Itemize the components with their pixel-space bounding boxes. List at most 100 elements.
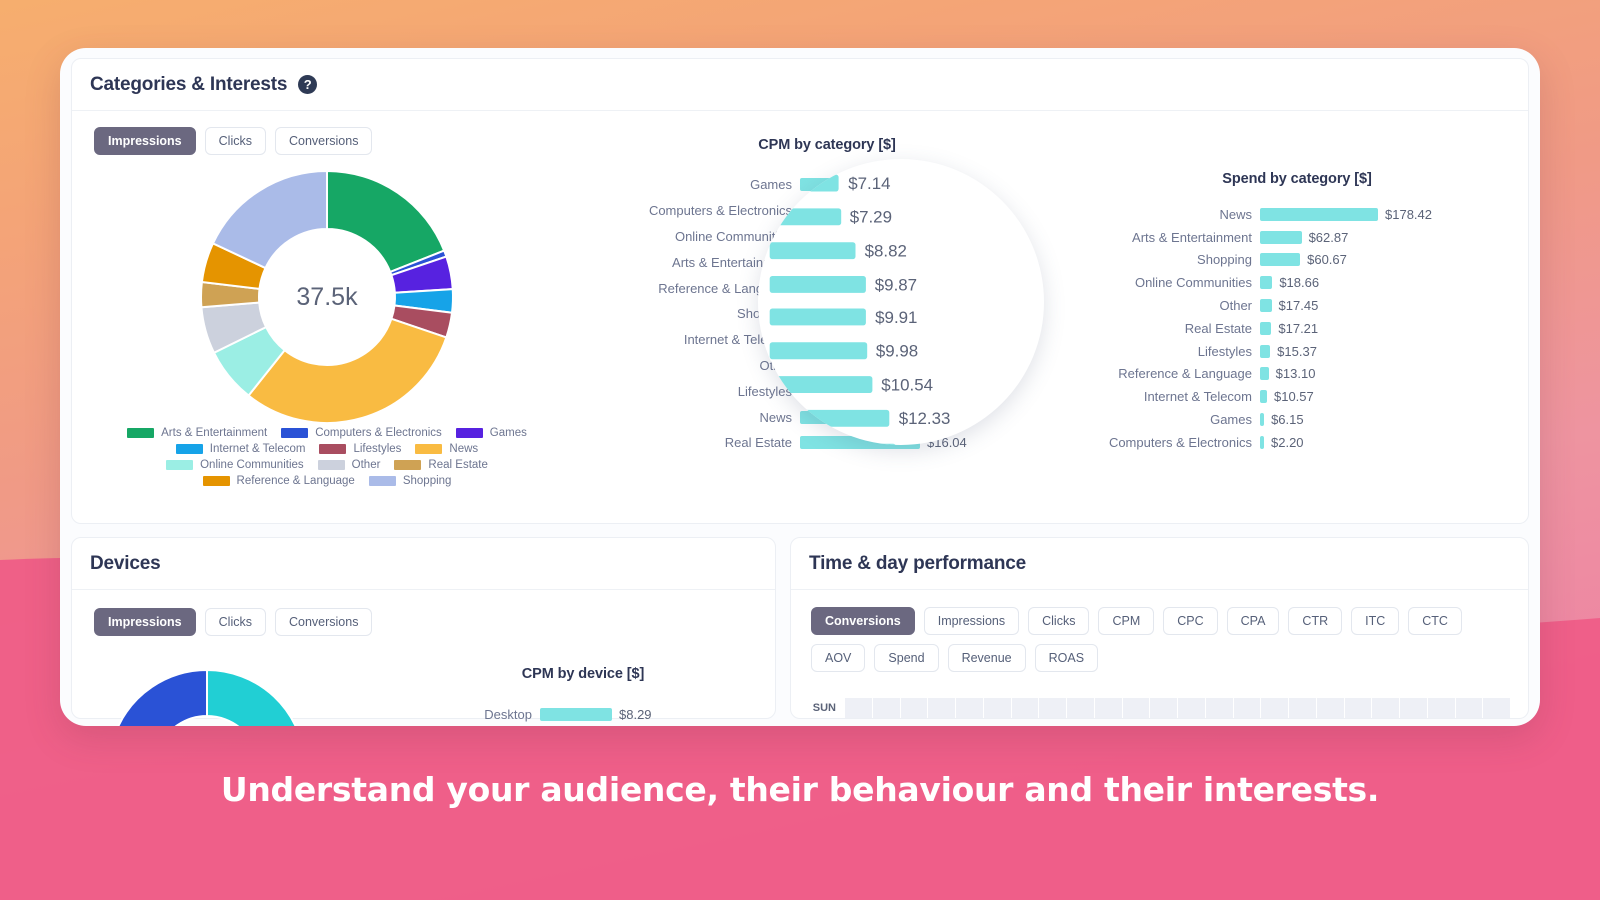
bar-row[interactable]: Lifestyles $12.33 bbox=[758, 401, 1044, 435]
legend-item-label: Games bbox=[489, 427, 527, 439]
bar-row[interactable]: Reference & Language $13.10 bbox=[1062, 363, 1512, 386]
cpm-by-category-chart-magnified: CPM by category [$]Games $5.04Computers … bbox=[758, 159, 1044, 445]
time-day-cell[interactable] bbox=[1233, 698, 1262, 718]
time-day-cell[interactable] bbox=[1039, 698, 1067, 718]
time-day-tab-ctc[interactable]: CTC bbox=[1408, 607, 1462, 635]
tab-clicks[interactable]: Clicks bbox=[204, 127, 266, 155]
bar-row[interactable]: Computers & Electronics $7.14 bbox=[758, 167, 1044, 201]
time-day-cell[interactable] bbox=[1205, 698, 1234, 718]
tab-impressions[interactable]: Impressions bbox=[94, 127, 196, 155]
bar-track bbox=[1260, 367, 1269, 381]
time-day-cell[interactable] bbox=[1372, 698, 1400, 718]
bar-row[interactable]: Online Communities $18.66 bbox=[1062, 271, 1512, 294]
dashboard-window: Categories & Interests ? Impressions Cli… bbox=[60, 48, 1540, 726]
time-day-cell[interactable] bbox=[1483, 698, 1511, 718]
time-day-cell[interactable] bbox=[1289, 698, 1317, 718]
bar-row[interactable]: Desktop $8.29 bbox=[412, 702, 742, 726]
bar-row[interactable]: Arts & Entertainment $62.87 bbox=[1062, 226, 1512, 249]
legend-item[interactable]: Shopping bbox=[368, 475, 451, 487]
time-day-cell[interactable] bbox=[1067, 698, 1095, 718]
bar-fill bbox=[769, 208, 841, 226]
bar-row[interactable]: Lifestyles $15.37 bbox=[1062, 340, 1512, 363]
devices-tab-clicks[interactable]: Clicks bbox=[204, 608, 266, 636]
devices-tab-conversions[interactable]: Conversions bbox=[274, 608, 373, 636]
legend-item[interactable]: Lifestyles bbox=[319, 443, 401, 455]
bar-row[interactable]: Real Estate $17.21 bbox=[1062, 317, 1512, 340]
bar-row[interactable]: Internet & Telecom $10.57 bbox=[1062, 385, 1512, 408]
time-day-panel: Time & day performance Conversions Impres… bbox=[790, 537, 1529, 719]
legend-item[interactable]: Games bbox=[455, 427, 527, 439]
bar-row[interactable]: Other $17.45 bbox=[1062, 294, 1512, 317]
bar-row[interactable]: Shopping $9.91 bbox=[758, 301, 1044, 335]
time-day-cell[interactable] bbox=[1122, 698, 1151, 718]
time-day-cell[interactable] bbox=[1455, 698, 1484, 718]
legend-item[interactable]: Arts & Entertainment bbox=[127, 427, 267, 439]
devices-panel: Devices Impressions Clicks Conversions C… bbox=[71, 537, 776, 726]
time-day-cell[interactable] bbox=[928, 698, 956, 718]
time-day-tab-spend[interactable]: Spend bbox=[874, 644, 939, 672]
legend-item[interactable]: Internet & Telecom bbox=[175, 443, 305, 455]
bar-row[interactable]: News $12.97 bbox=[758, 435, 1044, 445]
bar-track bbox=[769, 308, 867, 326]
legend-item[interactable]: Other bbox=[317, 459, 380, 471]
time-day-tab-conversions[interactable]: Conversions bbox=[811, 607, 915, 635]
legend-item[interactable]: Computers & Electronics bbox=[281, 427, 442, 439]
time-day-tab-ctr[interactable]: CTR bbox=[1288, 607, 1343, 635]
legend-item[interactable]: News bbox=[415, 443, 478, 455]
legend-item-label: Online Communities bbox=[200, 459, 304, 471]
time-day-cell[interactable] bbox=[900, 698, 929, 718]
time-day-tab-cpc[interactable]: CPC bbox=[1163, 607, 1218, 635]
time-day-cell[interactable] bbox=[872, 698, 901, 718]
bar-value: $10.57 bbox=[1273, 389, 1314, 405]
bar-track bbox=[769, 241, 856, 259]
time-day-cell[interactable] bbox=[1344, 698, 1373, 718]
bar-label: Computers & Electronics bbox=[758, 174, 759, 194]
bar-row[interactable]: Games $5.04 bbox=[758, 159, 1044, 167]
time-day-panel-header: Time & day performance bbox=[791, 538, 1528, 590]
bar-row[interactable]: Reference & Language $9.87 bbox=[758, 267, 1044, 301]
time-day-cell[interactable] bbox=[1400, 698, 1428, 718]
bar-value: $9.98 bbox=[875, 341, 919, 361]
bar-fill bbox=[1260, 299, 1272, 313]
time-day-tab-revenue[interactable]: Revenue bbox=[947, 644, 1026, 672]
time-day-tab-roas[interactable]: ROAS bbox=[1034, 644, 1099, 672]
bar-fill bbox=[1260, 413, 1265, 427]
devices-tab-impressions[interactable]: Impressions bbox=[94, 608, 196, 636]
time-day-tab-cpa[interactable]: CPA bbox=[1226, 607, 1280, 635]
donut-segment[interactable] bbox=[206, 668, 305, 726]
time-day-cell[interactable] bbox=[1316, 698, 1345, 718]
time-day-cell[interactable] bbox=[1011, 698, 1040, 718]
bar-row[interactable]: Internet & Telecom $9.98 bbox=[758, 334, 1044, 368]
time-day-cell[interactable] bbox=[1094, 698, 1123, 718]
time-day-cell[interactable] bbox=[1178, 698, 1206, 718]
bar-row[interactable]: Games $6.15 bbox=[1062, 408, 1512, 431]
bar-row[interactable]: News $178.42 bbox=[1062, 203, 1512, 226]
time-day-tab-aov[interactable]: AOV bbox=[811, 644, 866, 672]
bar-row[interactable]: Other $10.54 bbox=[758, 368, 1044, 402]
help-icon[interactable]: ? bbox=[298, 75, 318, 94]
time-day-cell[interactable] bbox=[956, 698, 984, 718]
time-day-tab-itc[interactable]: ITC bbox=[1351, 607, 1400, 635]
time-day-cell[interactable] bbox=[1150, 698, 1178, 718]
legend-item[interactable]: Real Estate bbox=[394, 459, 488, 471]
donut-segment[interactable] bbox=[109, 668, 208, 726]
time-day-cell[interactable] bbox=[983, 698, 1012, 718]
tab-conversions[interactable]: Conversions bbox=[274, 127, 373, 155]
time-day-tab-impressions[interactable]: Impressions bbox=[923, 607, 1020, 635]
bar-label: Games bbox=[758, 159, 759, 160]
time-day-tab-cpm[interactable]: CPM bbox=[1098, 607, 1155, 635]
time-day-cell[interactable] bbox=[845, 698, 873, 718]
bar-fill bbox=[1260, 367, 1269, 381]
legend-item[interactable]: Reference & Language bbox=[202, 475, 355, 487]
bar-row[interactable]: Shopping $60.67 bbox=[1062, 249, 1512, 272]
time-day-tab-clicks[interactable]: Clicks bbox=[1028, 607, 1090, 635]
bar-fill bbox=[769, 308, 867, 326]
bar-row[interactable]: Arts & Entertainment $8.82 bbox=[758, 234, 1044, 268]
time-day-cells bbox=[845, 698, 1511, 718]
bar-track bbox=[1260, 321, 1272, 335]
time-day-cell[interactable] bbox=[1427, 698, 1456, 718]
legend-item[interactable]: Online Communities bbox=[166, 459, 304, 471]
bar-row[interactable]: Computers & Electronics $2.20 bbox=[1062, 431, 1512, 454]
bar-row[interactable]: Online Communities $7.29 bbox=[758, 200, 1044, 234]
time-day-cell[interactable] bbox=[1261, 698, 1289, 718]
